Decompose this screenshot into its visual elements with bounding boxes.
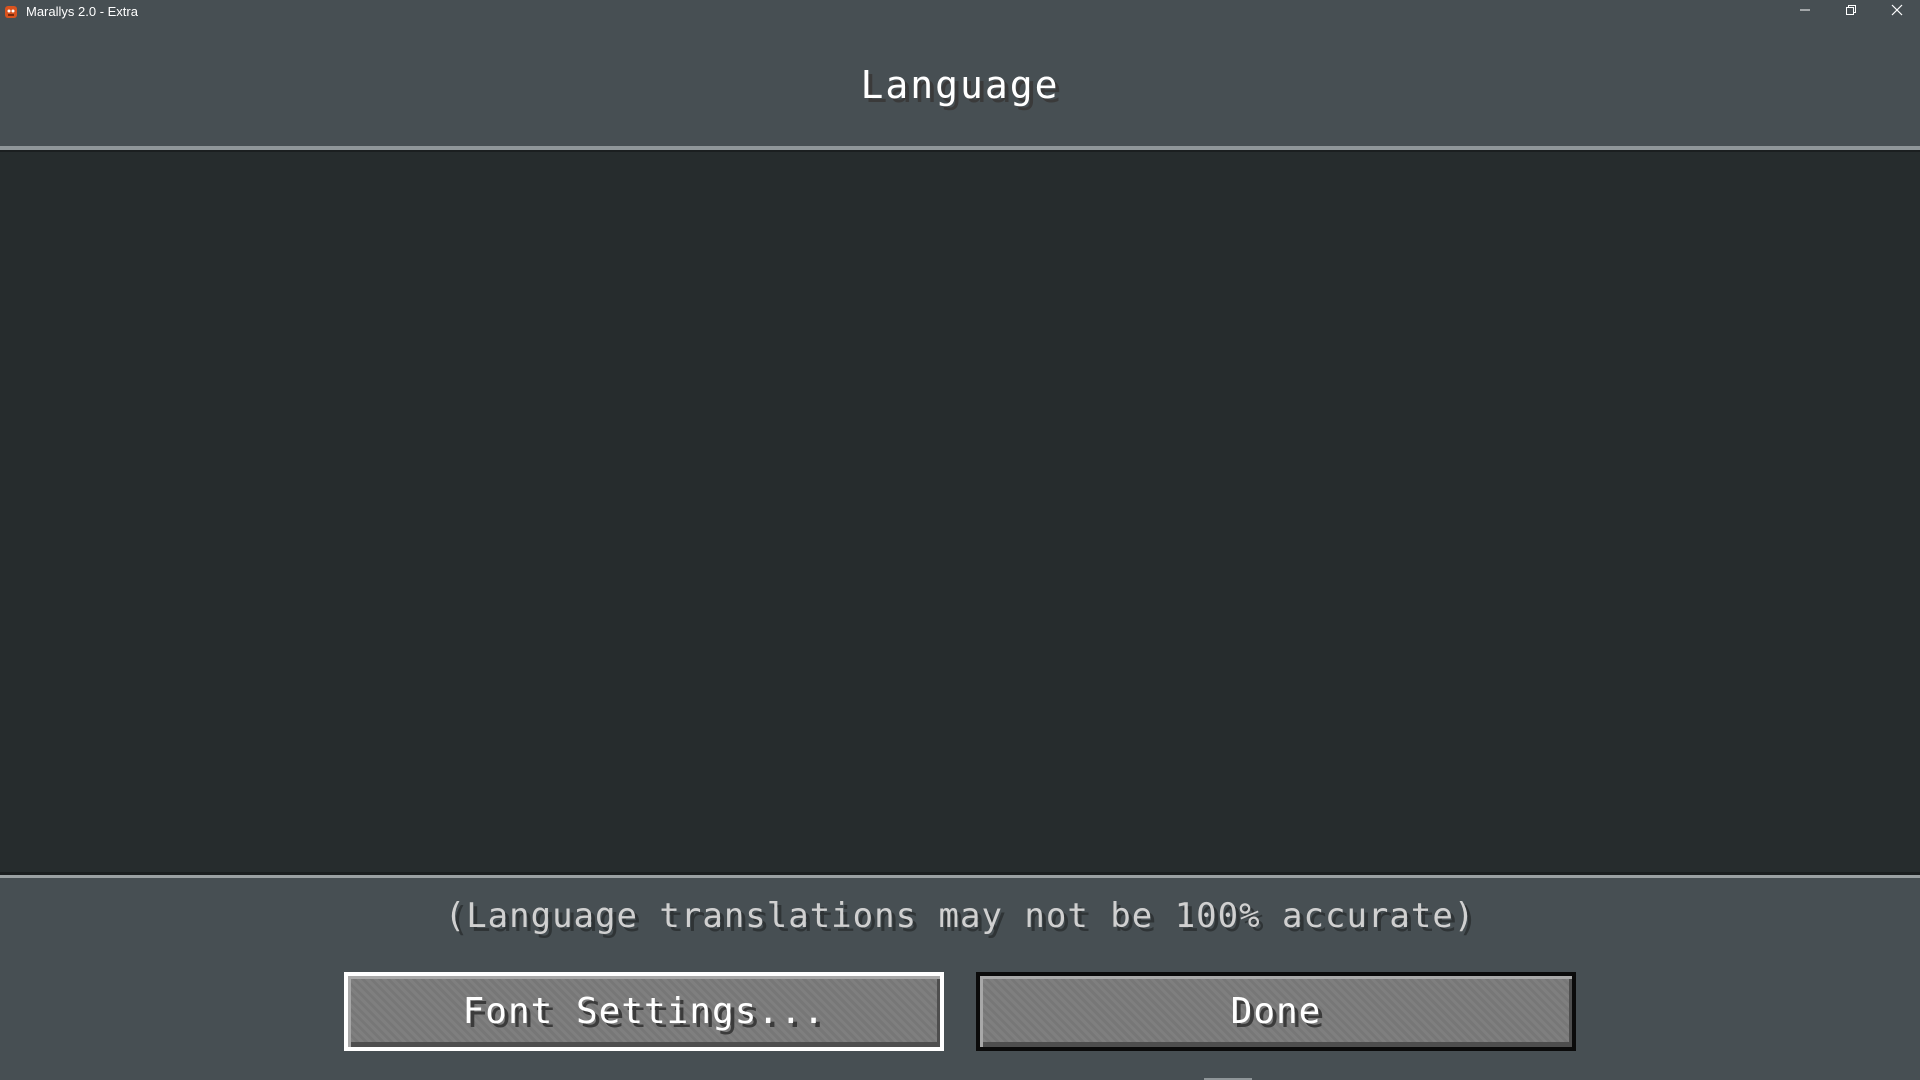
window-title: Marallys 2.0 - Extra [26,4,138,19]
restore-icon [1845,4,1857,19]
minimize-button[interactable] [1782,0,1828,23]
close-icon [1891,4,1903,19]
font-settings-button[interactable]: Font Settings... [344,972,944,1051]
app-logo-icon [4,5,18,19]
close-button[interactable] [1874,0,1920,23]
translation-notice: (Language translations may not be 100% a… [444,896,1476,936]
done-button[interactable]: Done [976,972,1576,1051]
window-controls [1782,0,1920,23]
screen-footer: (Language translations may not be 100% a… [0,878,1920,1080]
restore-button[interactable] [1828,0,1874,23]
language-list[interactable] [0,152,1920,872]
page-title: Language [860,62,1060,107]
window-titlebar[interactable]: Marallys 2.0 - Extra [0,0,1920,23]
screen-header: Language [0,23,1920,146]
minimize-icon [1799,4,1811,19]
